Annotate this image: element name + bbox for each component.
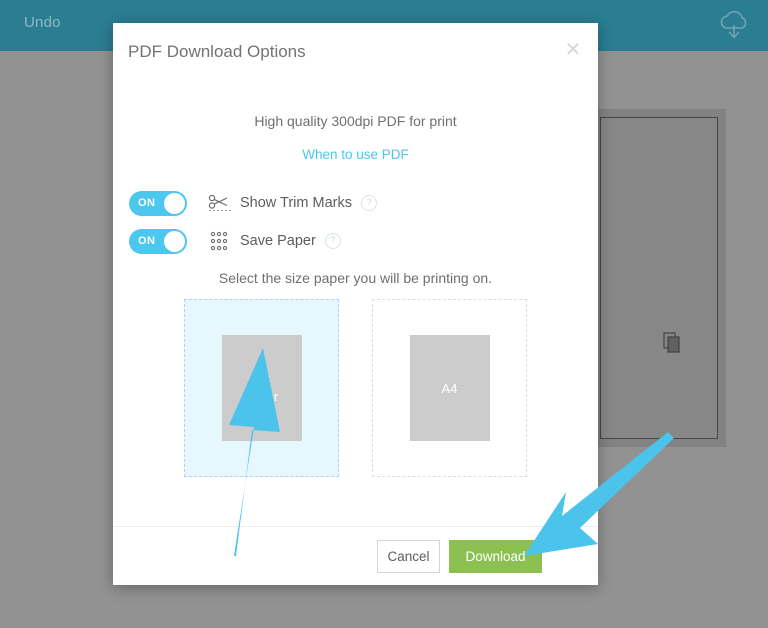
- page-title: PDF Download Options: [128, 42, 306, 61]
- paper-thumbnail-a4: A4: [409, 335, 490, 441]
- dot-grid-icon: [207, 229, 233, 253]
- toggle-state-label: ON: [138, 234, 156, 247]
- app-root: Undo PDF Download Options ✕ High quality…: [0, 0, 768, 628]
- dialog-footer: Cancel Download: [113, 526, 598, 585]
- option-label-trim-marks: Show Trim Marks: [240, 195, 352, 211]
- toggle-knob: [164, 230, 185, 252]
- options-list: ON Show Trim Marks ? ON Save Paper ?: [113, 188, 598, 256]
- paper-label-line1: US: [252, 372, 271, 387]
- scissors-icon: [207, 191, 233, 215]
- dialog-header: PDF Download Options ✕: [113, 23, 598, 86]
- toggle-save-paper[interactable]: ON: [129, 228, 187, 254]
- size-option-a4[interactable]: A4: [372, 299, 527, 477]
- toggle-state-label: ON: [138, 196, 156, 209]
- size-prompt: Select the size paper you will be printi…: [218, 270, 493, 286]
- pdf-download-options-dialog: PDF Download Options ✕ High quality 300d…: [113, 23, 598, 585]
- option-row-save-paper: ON Save Paper ?: [129, 226, 598, 256]
- undo-button[interactable]: Undo: [24, 14, 61, 31]
- paper-label-line2: Letter: [244, 389, 279, 404]
- paper-thumbnail-us-letter: US Letter: [221, 335, 302, 441]
- cloud-download-icon[interactable]: [714, 8, 754, 44]
- toggle-show-trim-marks[interactable]: ON: [129, 190, 187, 216]
- option-label-save-paper: Save Paper: [240, 233, 316, 249]
- quality-description: High quality 300dpi PDF for print: [254, 113, 457, 129]
- dialog-body: High quality 300dpi PDF for print When t…: [113, 113, 598, 553]
- size-options: US Letter A4: [113, 299, 598, 477]
- download-button[interactable]: Download: [449, 540, 542, 573]
- question-mark-icon[interactable]: ?: [324, 233, 341, 249]
- close-icon[interactable]: ✕: [561, 38, 585, 62]
- option-row-trim-marks: ON Show Trim Marks ?: [129, 188, 598, 218]
- question-mark-icon[interactable]: ?: [361, 195, 377, 211]
- cancel-button[interactable]: Cancel: [377, 540, 440, 573]
- toggle-knob: [164, 192, 185, 214]
- paper-label-a4: A4: [441, 380, 458, 396]
- size-option-us-letter[interactable]: US Letter: [184, 299, 339, 477]
- when-to-use-pdf-link[interactable]: When to use PDF: [113, 147, 598, 162]
